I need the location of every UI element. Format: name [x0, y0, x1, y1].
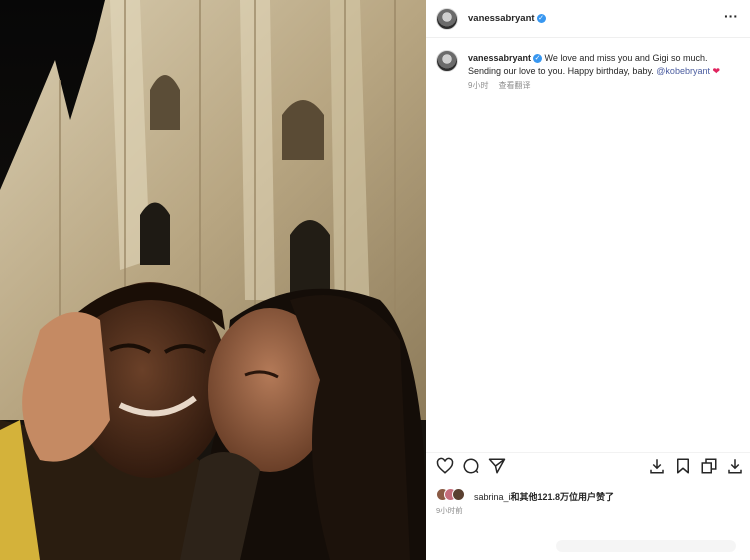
caption-avatar[interactable] [436, 50, 458, 72]
action-bar [426, 452, 750, 478]
photo-illustration [0, 0, 426, 560]
heart-emoji: ❤ [712, 66, 721, 76]
caption-username[interactable]: vanessabryant [468, 53, 531, 63]
post-photo[interactable] [0, 0, 426, 560]
copy-button[interactable] [700, 457, 718, 475]
bookmark-icon [677, 458, 689, 474]
liker-avatar [452, 488, 465, 501]
comment-icon [463, 458, 479, 474]
comment-button[interactable] [462, 457, 480, 475]
avatar[interactable] [436, 8, 458, 30]
copy-icon [701, 458, 717, 474]
download-button[interactable] [648, 457, 666, 475]
header-username[interactable]: vanessabryant ✓ [468, 13, 546, 24]
post-header: vanessabryant ✓ ··· [426, 0, 750, 38]
translate-link[interactable]: 查看翻译 [498, 81, 530, 90]
likes-count-text: 和其他121.8万位用户赞了 [510, 492, 615, 502]
share-icon [488, 458, 506, 474]
like-button[interactable] [436, 457, 454, 475]
more-options-icon[interactable]: ··· [724, 8, 738, 24]
post-detail-panel: vanessabryant ✓ ··· vanessabryant ✓ We lov… [426, 0, 750, 560]
header-username-text[interactable]: vanessabryant [468, 13, 535, 24]
likes-summary[interactable]: sabrina_i和其他121.8万位用户赞了 [436, 488, 746, 502]
verified-badge-icon: ✓ [533, 54, 543, 63]
post-timestamp: 9小时前 [436, 506, 463, 515]
save-button[interactable] [674, 457, 692, 475]
liker-username[interactable]: sabrina_i [474, 492, 511, 502]
verified-badge-icon: ✓ [536, 14, 546, 23]
download-button-2[interactable] [726, 457, 744, 475]
caption-text: vanessabryant ✓ We love and miss you and … [468, 52, 738, 78]
likes-text: sabrina_i和其他121.8万位用户赞了 [474, 490, 614, 503]
download-icon [728, 459, 742, 474]
mention-link[interactable]: @kobebryant [656, 66, 710, 76]
share-button[interactable] [488, 457, 506, 475]
caption-meta: 9小时 查看翻译 [468, 80, 530, 91]
download-icon [650, 459, 664, 474]
caption-time: 9小时 [468, 81, 489, 90]
watermark-strip [556, 540, 736, 552]
heart-icon [436, 457, 454, 474]
